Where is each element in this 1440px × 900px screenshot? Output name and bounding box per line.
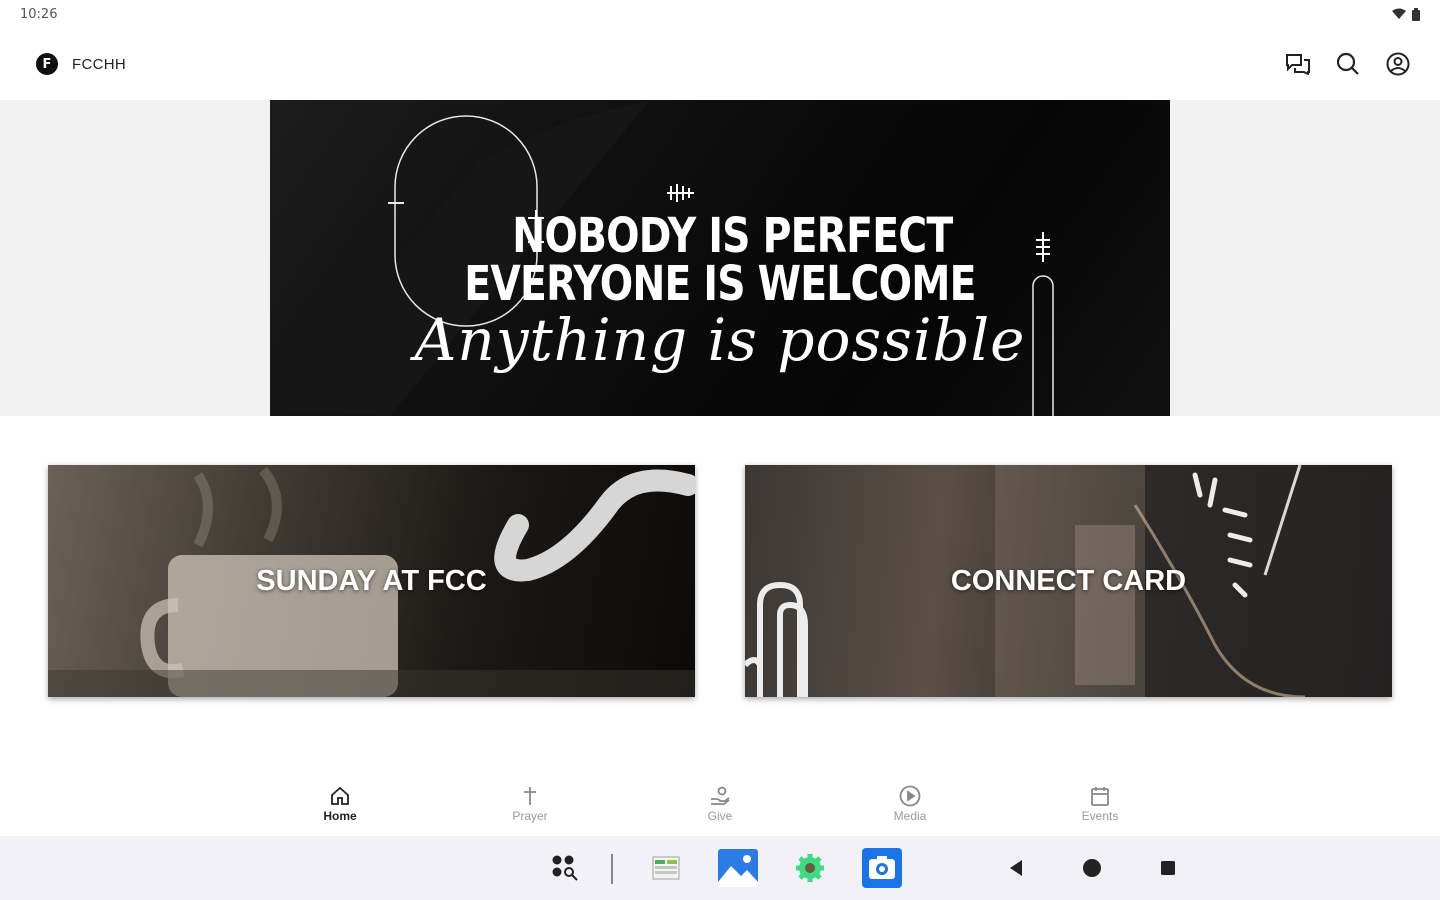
sheets-app-button[interactable] xyxy=(646,836,686,900)
taskbar-divider xyxy=(611,854,613,884)
recents-button[interactable] xyxy=(1152,836,1184,900)
search-icon xyxy=(1336,52,1359,75)
status-bar: 10:26 xyxy=(0,0,1440,28)
app-drawer-button[interactable] xyxy=(545,836,585,900)
wifi-icon xyxy=(1392,8,1406,19)
back-button[interactable] xyxy=(1000,836,1032,900)
nav-events[interactable]: Events xyxy=(1005,772,1195,836)
nav-label: Home xyxy=(323,809,357,823)
app-bar: F FCCHH xyxy=(0,28,1440,100)
hero-tagline: Anything is possible xyxy=(414,306,1026,374)
nav-home[interactable]: Home xyxy=(245,772,435,836)
status-icons xyxy=(1392,7,1420,21)
home-button[interactable] xyxy=(1076,836,1108,900)
calendar-icon xyxy=(1091,787,1109,806)
nav-give[interactable]: Give xyxy=(625,772,815,836)
brand[interactable]: F FCCHH xyxy=(36,53,126,75)
nav-media[interactable]: Media xyxy=(815,772,1005,836)
sheets-app-icon xyxy=(652,856,680,880)
nav-label: Events xyxy=(1081,809,1119,823)
nav-label: Prayer xyxy=(512,809,548,823)
hero-headline-2: EVERYONE IS WELCOME xyxy=(464,256,976,312)
brand-logo: F xyxy=(36,53,58,75)
recents-icon xyxy=(1161,861,1175,875)
play-icon xyxy=(899,785,921,807)
card-label: SUNDAY AT FCC xyxy=(256,564,487,597)
settings-app-button[interactable] xyxy=(790,836,830,900)
account-icon xyxy=(1386,52,1410,76)
sunday-at-fcc-card[interactable]: SUNDAY AT FCC xyxy=(48,465,695,697)
connect-card[interactable]: CONNECT CARD xyxy=(745,465,1392,697)
nav-label: Give xyxy=(707,809,733,823)
status-time: 10:26 xyxy=(20,6,58,22)
app-drawer-icon xyxy=(552,855,578,881)
app-screen: 10:26 F FCCHH NOBODY IS PERFECT EVERYONE… xyxy=(0,0,1440,900)
give-icon xyxy=(711,786,730,805)
nav-prayer[interactable]: Prayer xyxy=(435,772,625,836)
profile-button[interactable] xyxy=(1384,50,1412,78)
camera-app-button[interactable] xyxy=(860,836,904,900)
nav-label: Media xyxy=(893,809,927,823)
camera-app-icon xyxy=(862,848,902,888)
gallery-app-icon xyxy=(718,849,758,887)
app-title: FCCHH xyxy=(72,55,126,73)
back-icon xyxy=(1010,860,1022,876)
home-circle-icon xyxy=(1083,859,1101,877)
cross-icon xyxy=(524,787,536,805)
card-label: CONNECT CARD xyxy=(950,564,1187,597)
chat-icon xyxy=(1286,54,1310,75)
bottom-navigation: Home Prayer Give Media Events xyxy=(0,772,1440,836)
hero-banner[interactable]: NOBODY IS PERFECT EVERYONE IS WELCOME An… xyxy=(270,100,1170,416)
home-icon xyxy=(331,786,349,805)
gallery-app-button[interactable] xyxy=(716,836,760,900)
settings-app-icon xyxy=(796,854,824,882)
app-actions xyxy=(1284,50,1412,78)
battery-icon xyxy=(1412,7,1420,21)
messages-button[interactable] xyxy=(1284,50,1312,78)
search-button[interactable] xyxy=(1334,50,1362,78)
